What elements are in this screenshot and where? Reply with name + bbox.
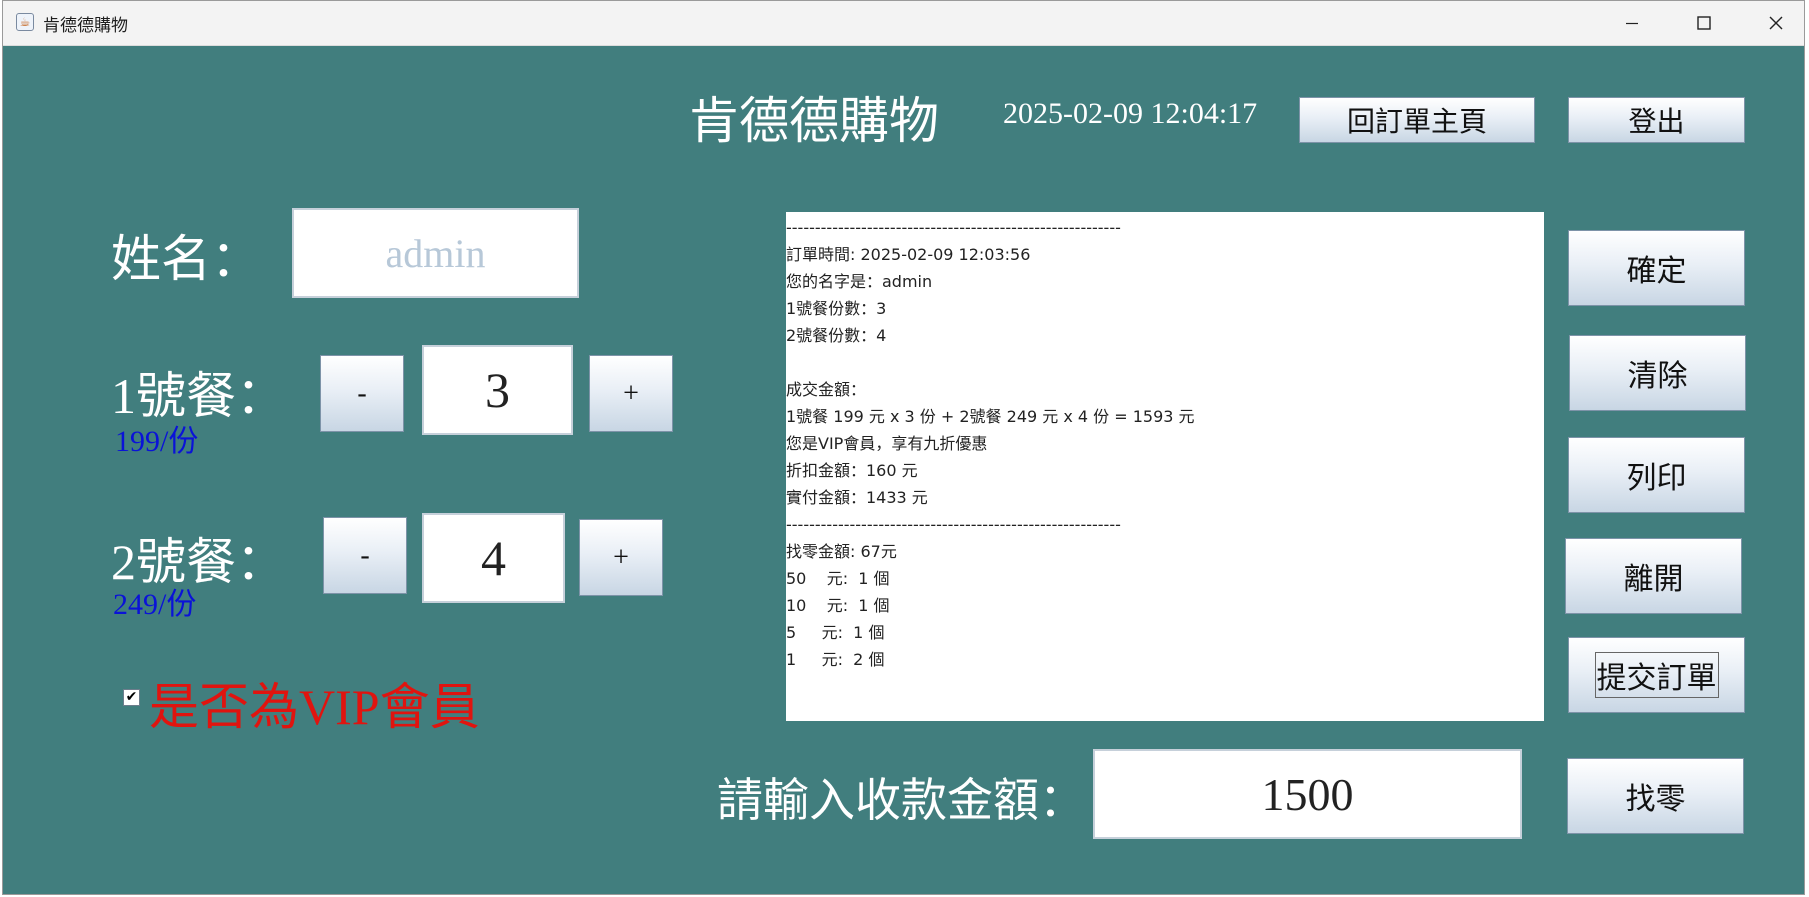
print-button[interactable]: 列印 [1568, 437, 1745, 513]
change-button[interactable]: 找零 [1567, 758, 1744, 834]
confirm-button[interactable]: 確定 [1568, 230, 1745, 306]
payment-label: 請輸入收款金額： [717, 775, 1085, 826]
name-field[interactable]: admin [292, 208, 579, 298]
java-app-icon: ☕ [16, 13, 34, 31]
meal2-quantity-field[interactable]: 4 [422, 513, 565, 603]
window-title: 肯德德購物 [43, 16, 128, 36]
receipt-line: 成交金額： [786, 380, 867, 399]
receipt-line: 您是VIP會員，享有九折優惠 [786, 434, 988, 453]
title-bar: ☕ 肯德德購物 [3, 1, 1804, 46]
maximize-button[interactable] [1668, 1, 1740, 45]
receipt-line: 5 元: 1 個 [786, 623, 885, 642]
receipt-line: 實付金額：1433 元 [786, 488, 928, 507]
clear-button[interactable]: 清除 [1569, 335, 1746, 411]
receipt-line: 1 元: 2 個 [786, 650, 885, 669]
meal1-decrement-button[interactable]: - [320, 355, 404, 432]
leave-button[interactable]: 離開 [1565, 538, 1742, 614]
receipt-line: 2號餐份數：4 [786, 326, 887, 345]
logout-button[interactable]: 登出 [1568, 97, 1745, 143]
receipt-line: ----------------------------------------… [786, 218, 1121, 237]
current-datetime: 2025-02-09 12:04:17 [1003, 97, 1258, 130]
close-icon [1769, 16, 1783, 30]
meal2-decrement-button[interactable]: - [323, 517, 407, 594]
meal1-increment-button[interactable]: + [589, 355, 673, 432]
receipt-line [786, 349, 1544, 376]
meal2-increment-button[interactable]: + [579, 519, 663, 596]
minimize-button[interactable] [1596, 1, 1668, 45]
submit-order-label: 提交訂單 [1594, 652, 1719, 698]
back-to-orders-button[interactable]: 回訂單主頁 [1299, 97, 1535, 143]
receipt-text-area[interactable]: ----------------------------------------… [786, 212, 1544, 721]
receipt-line: 1號餐 199 元 x 3 份 + 2號餐 249 元 x 4 份 = 1593… [786, 407, 1195, 426]
receipt-line: 折扣金額：160 元 [786, 461, 918, 480]
maximize-icon [1697, 16, 1711, 30]
name-label: 姓名： [111, 231, 261, 287]
meal2-price: 249/份 [113, 588, 197, 621]
submit-order-button[interactable]: 提交訂單 [1568, 637, 1745, 713]
close-button[interactable] [1740, 1, 1809, 45]
receipt-line: ----------------------------------------… [786, 515, 1121, 534]
receipt-line: 訂單時間: 2025-02-09 12:03:56 [786, 245, 1031, 264]
receipt-line: 10 元: 1 個 [786, 596, 890, 615]
minimize-icon [1626, 22, 1638, 25]
payment-amount-field[interactable]: 1500 [1093, 749, 1522, 839]
receipt-line: 您的名字是：admin [786, 272, 933, 291]
meal1-quantity-field[interactable]: 3 [422, 345, 573, 435]
receipt-line: 1號餐份數：3 [786, 299, 887, 318]
vip-checkbox[interactable]: ✔ [123, 689, 140, 706]
app-window: ☕ 肯德德購物 肯德德購物 2025-02-09 12:04:17 回訂單主頁 … [2, 0, 1805, 895]
vip-label: 是否為VIP會員 [149, 679, 480, 735]
meal1-price: 199/份 [115, 425, 199, 458]
receipt-line: 找零金額: 67元 [786, 542, 897, 561]
app-title: 肯德德購物 [689, 93, 939, 149]
receipt-line: 50 元: 1 個 [786, 569, 890, 588]
